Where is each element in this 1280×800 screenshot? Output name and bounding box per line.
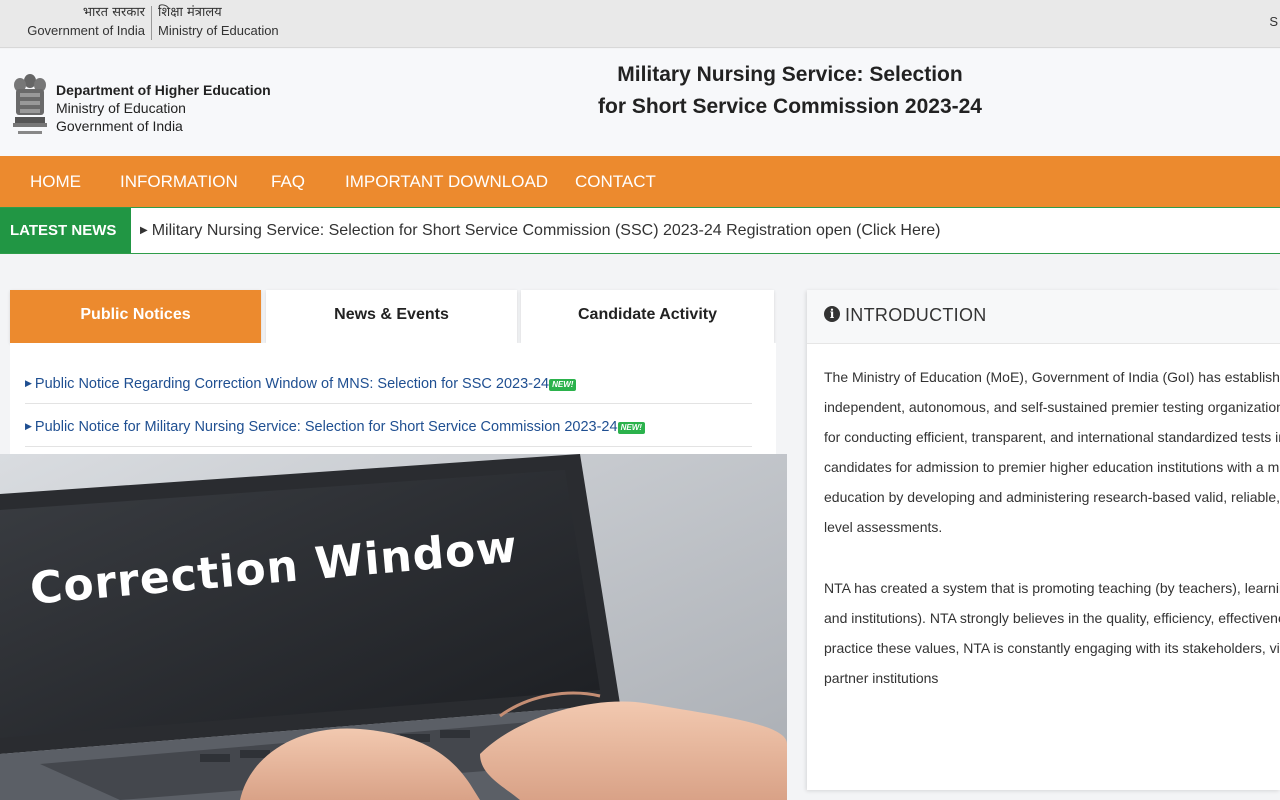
title-line-2: for Short Service Commission 2023-24 xyxy=(598,95,982,118)
latest-news-link[interactable]: ▶ Military Nursing Service: Selection for… xyxy=(140,208,940,253)
gov-english-text: Government of India xyxy=(27,23,145,38)
department-name: Department of Higher Education xyxy=(56,82,271,98)
intro-line: education by developing and administerin… xyxy=(824,489,1280,505)
intro-line: and institutions). NTA strongly believes… xyxy=(824,610,1280,626)
government-strip: भारत सरकार Government of India शिक्षा मं… xyxy=(0,0,1280,48)
intro-line: practice these values, NTA is constantly… xyxy=(824,640,1280,656)
page-title: Military Nursing Service: Selection for … xyxy=(590,59,990,123)
notice-text[interactable]: Public Notice Regarding Correction Windo… xyxy=(35,376,549,392)
top-right-link[interactable]: S xyxy=(1269,14,1278,29)
intro-line: candidates for admission to premier high… xyxy=(824,459,1280,475)
caret-right-icon: ▶ xyxy=(25,378,32,388)
intro-line: independent, autonomous, and self-sustai… xyxy=(824,399,1280,415)
new-badge: NEW! xyxy=(617,422,645,434)
tab-public-notices[interactable]: Public Notices xyxy=(10,290,261,343)
new-badge: NEW! xyxy=(549,379,577,391)
nav-information[interactable]: INFORMATION xyxy=(120,156,238,207)
nav-faq[interactable]: FAQ xyxy=(271,156,305,207)
intro-line: partner institutions xyxy=(824,670,939,686)
introduction-title: INTRODUCTION xyxy=(845,305,987,325)
department-ministry: Ministry of Education xyxy=(56,100,186,116)
laptop-illustration xyxy=(0,454,787,800)
intro-line: for conducting efficient, transparent, a… xyxy=(824,429,1280,445)
ministry-hindi-text: शिक्षा मंत्रालय xyxy=(158,5,222,20)
latest-news-text[interactable]: Military Nursing Service: Selection for … xyxy=(152,222,941,239)
ministry-label: शिक्षा मंत्रालय Ministry of Education xyxy=(158,4,279,40)
latest-news-label: LATEST NEWS xyxy=(0,208,131,253)
nav-contact[interactable]: CONTACT xyxy=(575,156,656,207)
gov-divider xyxy=(151,6,152,40)
title-line-1: Military Nursing Service: Selection xyxy=(617,63,963,86)
introduction-panel: i INTRODUCTION The Ministry of Education… xyxy=(807,290,1280,790)
intro-line: The Ministry of Education (MoE), Governm… xyxy=(824,369,1280,385)
notice-tabs: Public Notices News & Events Candidate A… xyxy=(10,290,774,343)
department-block: Department of Higher Education Ministry … xyxy=(56,81,271,135)
gov-of-india-label: भारत सरकार Government of India xyxy=(27,4,145,40)
ministry-english-text: Ministry of Education xyxy=(158,23,279,38)
latest-news-bar: LATEST NEWS ▶ Military Nursing Service: S… xyxy=(0,207,1280,254)
site-header: Department of Higher Education Ministry … xyxy=(0,49,1280,156)
notice-text[interactable]: Public Notice for Military Nursing Servi… xyxy=(35,419,618,435)
national-emblem-icon xyxy=(13,74,47,134)
main-navigation: HOME INFORMATION FAQ IMPORTANT DOWNLOAD … xyxy=(0,156,1280,207)
intro-line: level assessments. xyxy=(824,519,943,535)
tab-candidate-activity[interactable]: Candidate Activity xyxy=(521,290,774,343)
list-item[interactable]: ▶ Public Notice for Military Nursing Serv… xyxy=(25,405,752,447)
department-government: Government of India xyxy=(56,118,183,134)
nav-home[interactable]: HOME xyxy=(30,156,81,207)
nav-important-download[interactable]: IMPORTANT DOWNLOAD xyxy=(345,156,548,207)
correction-window-image: Correction Window xyxy=(0,454,787,800)
tab-news-events[interactable]: News & Events xyxy=(266,290,517,343)
info-icon: i xyxy=(824,306,840,322)
gov-hindi-text: भारत सरकार xyxy=(82,5,145,20)
notice-list: ▶ Public Notice Regarding Correction Wind… xyxy=(10,343,776,455)
list-item[interactable]: ▶ Public Notice Regarding Correction Wind… xyxy=(25,362,752,404)
intro-line: NTA has created a system that is promoti… xyxy=(824,580,1280,596)
caret-right-icon: ▶ xyxy=(140,225,148,236)
caret-right-icon: ▶ xyxy=(25,421,32,431)
introduction-header: i INTRODUCTION xyxy=(807,290,1280,344)
